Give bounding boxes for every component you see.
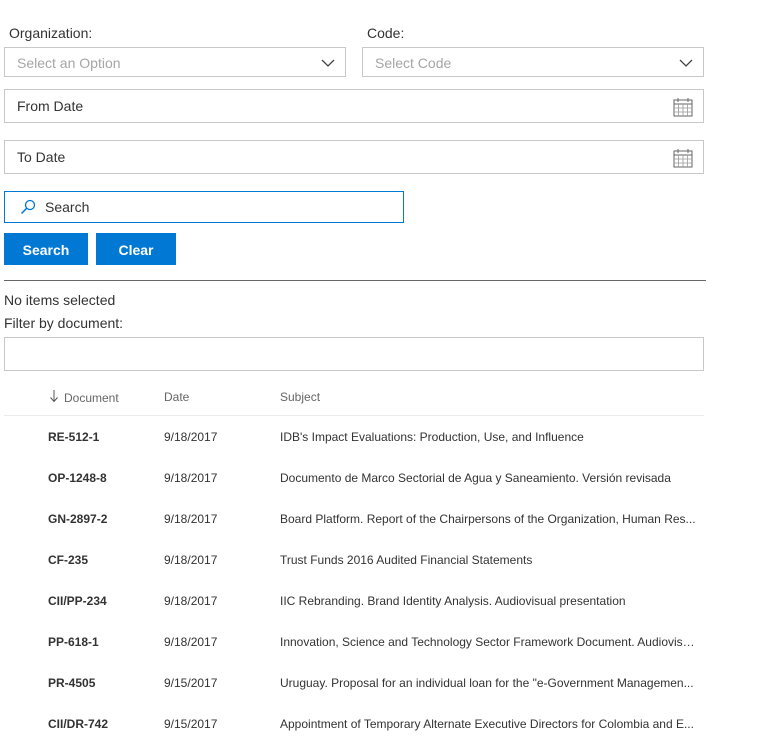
code-placeholder: Select Code bbox=[375, 55, 452, 71]
table-header: Document Date Subject bbox=[4, 380, 704, 416]
cell-subject: Innovation, Science and Technology Secto… bbox=[280, 635, 696, 649]
calendar-icon[interactable] bbox=[673, 97, 693, 117]
search-icon bbox=[20, 199, 36, 215]
cell-subject: IDB's Impact Evaluations: Production, Us… bbox=[280, 430, 584, 444]
cell-document[interactable]: GN-2897-2 bbox=[48, 512, 158, 526]
table-row[interactable]: CF-235 9/18/2017 Trust Funds 2016 Audite… bbox=[4, 540, 704, 581]
table-row[interactable]: CII/DR-742 9/15/2017 Appointment of Temp… bbox=[4, 704, 704, 745]
table-row[interactable]: OP-1248-8 9/18/2017 Documento de Marco S… bbox=[4, 458, 704, 499]
from-date-field[interactable]: From Date bbox=[4, 89, 704, 123]
cell-document[interactable]: CII/DR-742 bbox=[48, 717, 158, 731]
document-list: RE-512-1 9/18/2017 IDB's Impact Evaluati… bbox=[4, 417, 704, 745]
cell-subject: Documento de Marco Sectorial de Agua y S… bbox=[280, 471, 671, 485]
to-date-field[interactable]: To Date bbox=[4, 140, 704, 174]
cell-date: 9/18/2017 bbox=[164, 471, 218, 485]
cell-subject: IIC Rebranding. Brand Identity Analysis.… bbox=[280, 594, 626, 608]
code-dropdown[interactable]: Select Code bbox=[362, 47, 704, 77]
table-row[interactable]: PR-4505 9/15/2017 Uruguay. Proposal for … bbox=[4, 663, 704, 704]
table-row[interactable]: GN-2897-2 9/18/2017 Board Platform. Repo… bbox=[4, 499, 704, 540]
organization-label: Organization: bbox=[9, 25, 93, 41]
cell-date: 9/18/2017 bbox=[164, 512, 218, 526]
cell-date: 9/18/2017 bbox=[164, 553, 218, 567]
cell-subject: Trust Funds 2016 Audited Financial State… bbox=[280, 553, 533, 567]
cell-document[interactable]: PR-4505 bbox=[48, 676, 158, 690]
column-header-date[interactable]: Date bbox=[164, 390, 189, 404]
calendar-icon[interactable] bbox=[673, 148, 693, 168]
clear-button[interactable]: Clear bbox=[96, 233, 176, 265]
chevron-down-icon bbox=[321, 59, 335, 67]
cell-subject: Uruguay. Proposal for an individual loan… bbox=[280, 676, 694, 690]
cell-document[interactable]: PP-618-1 bbox=[48, 635, 158, 649]
sort-descending-icon bbox=[50, 390, 58, 403]
selection-status: No items selected bbox=[4, 292, 116, 308]
code-label: Code: bbox=[367, 25, 405, 41]
table-row[interactable]: PP-618-1 9/18/2017 Innovation, Science a… bbox=[4, 622, 704, 663]
column-header-subject[interactable]: Subject bbox=[280, 390, 320, 404]
organization-placeholder: Select an Option bbox=[17, 55, 121, 71]
chevron-down-icon bbox=[679, 59, 693, 67]
cell-document[interactable]: CII/PP-234 bbox=[48, 594, 158, 608]
filter-by-document-input[interactable] bbox=[13, 344, 693, 364]
column-header-document[interactable]: Document bbox=[64, 391, 119, 405]
cell-date: 9/15/2017 bbox=[164, 717, 218, 731]
cell-date: 9/18/2017 bbox=[164, 594, 218, 608]
cell-document[interactable]: CF-235 bbox=[48, 553, 158, 567]
table-row[interactable]: CII/PP-234 9/18/2017 IIC Rebranding. Bra… bbox=[4, 581, 704, 622]
table-row[interactable]: RE-512-1 9/18/2017 IDB's Impact Evaluati… bbox=[4, 417, 704, 458]
cell-date: 9/18/2017 bbox=[164, 635, 218, 649]
search-box bbox=[4, 191, 404, 223]
cell-date: 9/18/2017 bbox=[164, 430, 218, 444]
divider bbox=[4, 280, 706, 281]
cell-subject: Board Platform. Report of the Chairperso… bbox=[280, 512, 696, 526]
cell-date: 9/15/2017 bbox=[164, 676, 218, 690]
organization-dropdown[interactable]: Select an Option bbox=[4, 47, 346, 77]
from-date-text: From Date bbox=[17, 98, 84, 114]
search-button[interactable]: Search bbox=[4, 233, 88, 265]
cell-document[interactable]: OP-1248-8 bbox=[48, 471, 158, 485]
to-date-text: To Date bbox=[17, 149, 66, 165]
filter-by-document-field bbox=[4, 337, 704, 371]
filter-by-document-label: Filter by document: bbox=[4, 315, 124, 331]
cell-document[interactable]: RE-512-1 bbox=[48, 430, 158, 444]
cell-subject: Appointment of Temporary Alternate Execu… bbox=[280, 717, 694, 731]
search-input[interactable] bbox=[45, 196, 395, 218]
